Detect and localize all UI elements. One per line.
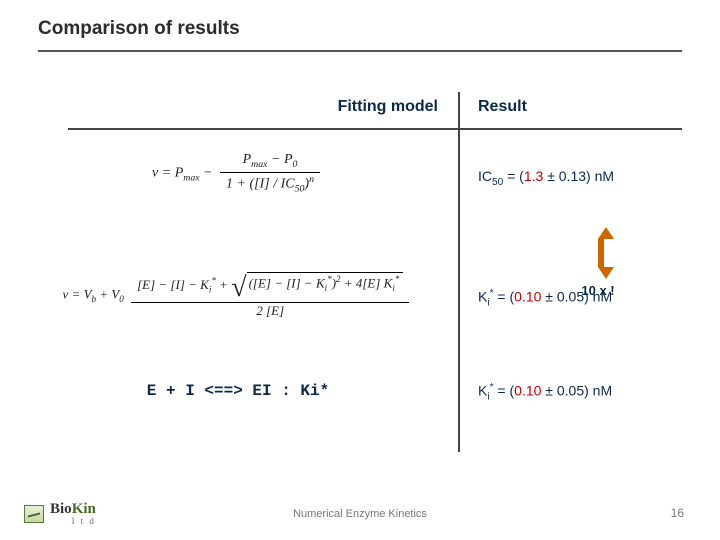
tail: ± 0.05) nM	[541, 383, 612, 399]
eq-sub: max	[183, 172, 199, 183]
fraction: [E] − [I] − Ki* + √ ([E] − [I] − Ki*)2 +…	[131, 272, 409, 319]
eq-sup: 2	[336, 274, 341, 284]
eq-text: [E] − [I] − K	[137, 277, 209, 292]
sym-sub: i	[487, 297, 489, 308]
sym-sub: 50	[492, 177, 503, 188]
result-ic50: IC50 = (1.3 ± 0.13) nM	[478, 168, 682, 188]
footer: BioKin l t d Numerical Enzyme Kinetics 1…	[0, 494, 720, 526]
title-rule	[38, 50, 682, 52]
eq-space	[124, 286, 127, 301]
colhead-result: Result	[478, 98, 527, 116]
sym: K	[478, 383, 487, 399]
page-number: 16	[671, 506, 684, 520]
eq-ic50: v = Pmax − Pmax − P0 1 + ([I] / IC50)n	[23, 152, 453, 195]
sym-sub: i	[487, 391, 489, 402]
eq-sub: i	[392, 283, 395, 293]
result-ki-scheme: Ki* = (0.10 ± 0.05) nM	[478, 382, 682, 402]
eq-text: −	[203, 166, 216, 181]
eq-text: v = P	[152, 166, 183, 181]
eq-text: +	[219, 277, 231, 292]
footer-title: Numerical Enzyme Kinetics	[0, 508, 720, 520]
colhead-model: Fitting model	[38, 98, 458, 116]
result-ki-morrison: Ki* = (0.10 ± 0.05) nM	[478, 288, 682, 308]
eq-sup: n	[309, 174, 314, 185]
eq-text: v = V	[63, 286, 92, 301]
sym: K	[478, 289, 487, 305]
eq-sub: max	[251, 159, 267, 170]
table-vline	[458, 92, 460, 452]
eq-sub: 50	[295, 184, 305, 195]
eq-text: + 4[E] K	[344, 275, 393, 290]
eq-text: ([E] − [I] − K	[249, 275, 325, 290]
sym-sup: *	[490, 382, 494, 393]
sym-sup: *	[490, 288, 494, 299]
value-highlight: 0.10	[514, 383, 541, 399]
sqrt: √ ([E] − [I] − Ki*)2 + 4[E] Ki*	[231, 272, 403, 300]
content-area: Fitting model Result v = Pmax − Pmax − P…	[38, 92, 682, 452]
eq-sub: i	[209, 285, 212, 295]
slide: Comparison of results Fitting model Resu…	[0, 0, 720, 540]
eq-sup: *	[211, 276, 216, 286]
eq-sign: = (	[497, 383, 514, 399]
eq-sup: *	[395, 274, 400, 284]
eq-sub: b	[92, 294, 97, 304]
eq-text: P	[243, 152, 252, 167]
reaction-scheme: E + I <==> EI : Ki*	[23, 382, 453, 400]
value-highlight: 0.10	[514, 289, 541, 305]
eq-den: 2 [E]	[131, 303, 409, 319]
eq-sign: = (	[507, 168, 524, 184]
radical-icon: √	[231, 274, 246, 302]
page-title: Comparison of results	[38, 18, 682, 40]
eq-text: −	[271, 152, 284, 167]
fraction: Pmax − P0 1 + ([I] / IC50)n	[220, 152, 320, 195]
table-hline	[68, 128, 682, 130]
eq-morrison: v = Vb + V0 [E] − [I] − Ki* + √ ([E] − […	[23, 272, 453, 319]
eq-text: + V	[99, 286, 119, 301]
eq-sub: i	[325, 283, 328, 293]
eq-text: P	[284, 152, 293, 167]
eq-text: 1 + ([I] / IC	[226, 177, 295, 192]
eq-sub: 0	[293, 159, 298, 170]
eq-sign: = (	[497, 289, 514, 305]
tail: ± 0.05) nM	[541, 289, 612, 305]
tail: ± 0.13) nM	[543, 168, 614, 184]
sym: IC	[478, 168, 492, 184]
value-highlight: 1.3	[524, 168, 543, 184]
